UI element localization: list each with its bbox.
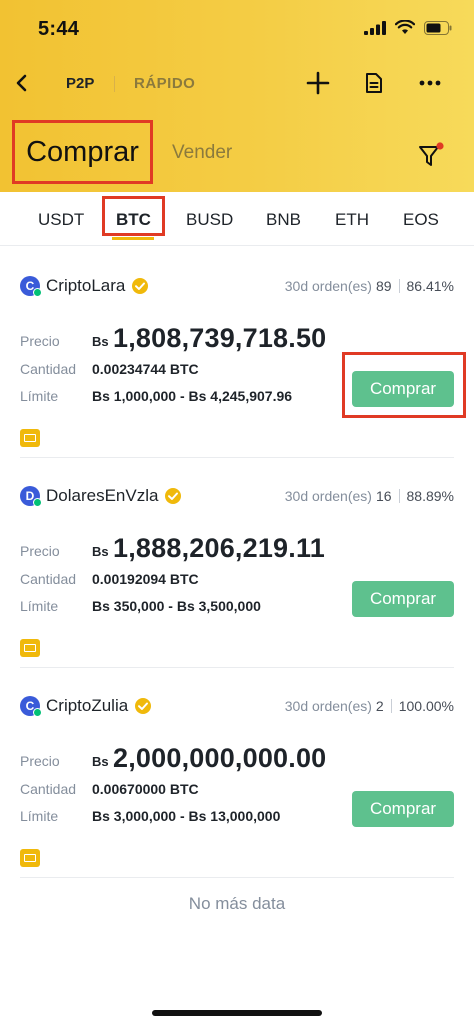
merchant-row: C CriptoLara: [20, 276, 149, 297]
orders-label: 30d orden(es): [284, 698, 372, 714]
orders-count: 89: [375, 278, 392, 294]
completion-rate: 88.89%: [406, 488, 454, 504]
buy-button[interactable]: Comprar: [352, 581, 454, 617]
signal-icon: [364, 20, 386, 35]
orders-count: 16: [375, 488, 392, 504]
merchant-stats: 30d orden(es) 89 86.41%: [285, 278, 454, 294]
offer-card: C CriptoZulia 30d orden(es) 2 100.00% Pr…: [0, 668, 474, 878]
completion-rate: 100.00%: [398, 698, 454, 714]
more-button[interactable]: [414, 66, 446, 100]
status-icons: [364, 20, 452, 35]
completion-rate: 86.41%: [406, 278, 454, 294]
wifi-icon: [395, 20, 415, 34]
price-value: 2,000,000,000.00: [113, 743, 327, 773]
merchant-stats: 30d orden(es) 16 88.89%: [285, 488, 454, 504]
coin-tab-bnb[interactable]: BNB: [266, 210, 301, 230]
avatar[interactable]: C: [20, 696, 42, 717]
coin-tab-busd[interactable]: BUSD: [186, 210, 233, 230]
status-bar: 5:44: [0, 0, 474, 60]
coin-tab-eth[interactable]: ETH: [335, 210, 369, 230]
coin-tabs: USDT BTC BUSD BNB ETH EOS: [0, 192, 474, 246]
coin-tab-usdt[interactable]: USDT: [38, 210, 84, 230]
tab-vender[interactable]: Vender: [172, 142, 232, 164]
merchant-name[interactable]: CriptoLara: [46, 276, 125, 296]
buy-button[interactable]: Comprar: [352, 791, 454, 827]
no-more-data-text: No más data: [188, 894, 286, 913]
merchant-row: D DolaresEnVzla: [20, 486, 182, 507]
home-indicator: [152, 1010, 322, 1016]
back-button[interactable]: [8, 68, 36, 98]
merchant-row: C CriptoZulia: [20, 696, 152, 717]
quantity-value: 0.00192094 BTC: [92, 571, 199, 587]
tab-p2p[interactable]: P2P: [66, 75, 94, 92]
more-dots-icon: [419, 80, 441, 86]
filter-icon: [419, 142, 444, 166]
stats-divider: [390, 699, 392, 713]
battery-icon: [424, 20, 452, 35]
status-time: 5:44: [38, 18, 80, 40]
verified-badge-icon: [132, 278, 149, 294]
divider: [20, 877, 454, 878]
price-label: Precio: [20, 333, 60, 349]
nav-bar: P2P RÁPIDO: [0, 62, 474, 106]
tab-rapido[interactable]: RÁPIDO: [134, 75, 195, 92]
plus-icon: [306, 71, 330, 95]
price-value: 1,888,206,219.11: [113, 533, 325, 563]
document-icon: [366, 73, 382, 93]
verified-badge-icon: [135, 698, 152, 714]
limit-value: Bs 3,000,000 - Bs 13,000,000: [92, 808, 281, 824]
verified-badge-icon: [165, 488, 182, 504]
header: 5:44 P2P RÁPIDO Comprar Vender: [0, 0, 474, 192]
merchant-name[interactable]: CriptoZulia: [46, 696, 128, 716]
payment-method-icon: [20, 849, 40, 867]
tab-comprar[interactable]: Comprar: [12, 120, 153, 184]
quantity-value: 0.00234744 BTC: [92, 361, 199, 377]
active-tab-underline: [112, 237, 154, 240]
limit-value: Bs 1,000,000 - Bs 4,245,907.96: [92, 388, 293, 404]
price-currency: Bs: [92, 334, 109, 349]
merchant-name[interactable]: DolaresEnVzla: [46, 486, 158, 506]
limit-label: Límite: [20, 808, 59, 824]
add-button[interactable]: [302, 66, 334, 100]
coin-tab-eos[interactable]: EOS: [403, 210, 439, 230]
btc-highlight-box: [102, 196, 165, 236]
quantity-label: Cantidad: [20, 571, 77, 587]
price-label: Precio: [20, 543, 60, 559]
limit-label: Límite: [20, 388, 59, 404]
trade-tabs: Comprar Vender: [0, 118, 474, 188]
nav-divider: [114, 76, 115, 92]
avatar[interactable]: D: [20, 486, 42, 507]
merchant-stats: 30d orden(es) 2 100.00%: [285, 698, 454, 714]
chevron-left-icon: [16, 74, 27, 92]
avatar[interactable]: C: [20, 276, 42, 297]
filter-button[interactable]: [416, 140, 446, 170]
quantity-value: 0.00670000 BTC: [92, 781, 199, 797]
payment-method-icon: [20, 639, 40, 657]
price-currency: Bs: [92, 544, 109, 559]
price-label: Precio: [20, 753, 60, 769]
limit-label: Límite: [20, 598, 59, 614]
stats-divider: [398, 279, 400, 293]
offer-card: D DolaresEnVzla 30d orden(es) 16 88.89% …: [0, 458, 474, 668]
quantity-label: Cantidad: [20, 781, 77, 797]
price-value: 1,808,739,718.50: [113, 323, 327, 353]
price-currency: Bs: [92, 754, 109, 769]
orders-button[interactable]: [358, 66, 390, 100]
orders-count: 2: [375, 698, 384, 714]
buy-button-highlight-box: [342, 352, 466, 418]
payment-method-icon: [20, 429, 40, 447]
orders-label: 30d orden(es): [284, 278, 372, 294]
quantity-label: Cantidad: [20, 361, 77, 377]
stats-divider: [398, 489, 400, 503]
limit-value: Bs 350,000 - Bs 3,500,000: [92, 598, 261, 614]
orders-label: 30d orden(es): [284, 488, 372, 504]
